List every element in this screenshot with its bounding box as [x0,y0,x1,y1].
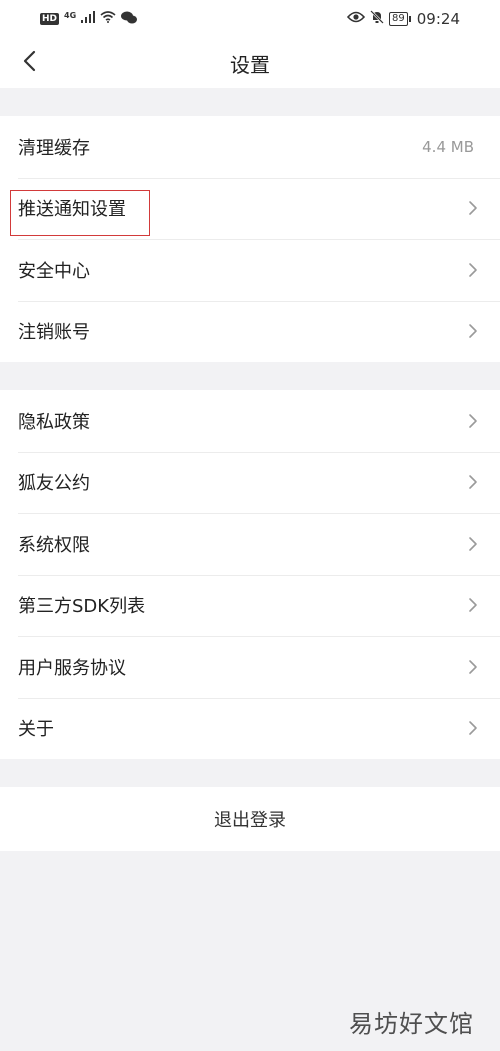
chevron-right-icon [468,720,482,736]
status-time: 09:24 [416,10,460,28]
wifi-icon [100,11,116,27]
chevron-right-icon [468,323,482,339]
row-system-permissions[interactable]: 系统权限 [0,513,500,575]
logout-label: 退出登录 [214,810,286,831]
row-label: 推送通知设置 [18,199,126,221]
row-clear-cache[interactable]: 清理缓存 4.4 MB [0,116,500,178]
chevron-right-icon [468,474,482,490]
chevron-left-icon [22,50,36,76]
row-label: 第三方SDK列表 [18,596,146,618]
network-type: 4G [64,10,77,20]
chevron-right-icon [468,659,482,675]
status-bar: HD 4G 89 09:24 [0,0,500,38]
settings-group-2: 隐私政策 狐友公约 系统权限 第三方SDK列表 用户服务协议 关于 [0,390,500,759]
chevron-right-icon [468,413,482,429]
chevron-right-icon [468,597,482,613]
page-title: 设置 [230,52,270,77]
settings-group-1: 清理缓存 4.4 MB 推送通知设置 安全中心 注销账号 [0,116,500,362]
logout-button[interactable]: 退出登录 [0,787,500,851]
nav-bar: 设置 [0,38,500,88]
chevron-right-icon [468,536,482,552]
status-left: HD 4G [40,10,138,28]
bell-muted-icon [370,10,384,28]
wechat-icon [121,11,138,28]
back-button[interactable] [16,50,42,76]
row-label: 用户服务协议 [18,657,126,679]
row-push-notification-settings[interactable]: 推送通知设置 [0,177,500,240]
row-label: 清理缓存 [18,137,90,159]
row-label: 隐私政策 [18,411,90,433]
watermark-text: 易坊好文馆 [349,1010,474,1038]
row-privacy-policy[interactable]: 隐私政策 [0,390,500,452]
row-label: 系统权限 [18,534,90,556]
battery-indicator: 89 [389,12,411,26]
row-security-center[interactable]: 安全中心 [0,239,500,301]
cache-size-value: 4.4 MB [422,137,474,156]
row-label: 注销账号 [18,322,90,344]
row-user-service-agreement[interactable]: 用户服务协议 [0,636,500,698]
row-about[interactable]: 关于 [0,697,500,760]
row-label: 狐友公约 [18,473,90,495]
row-community-rules[interactable]: 狐友公约 [0,451,500,514]
row-label: 关于 [18,719,54,741]
chevron-right-icon [468,262,482,278]
row-third-party-sdk-list[interactable]: 第三方SDK列表 [0,574,500,637]
row-label: 安全中心 [18,260,90,282]
row-delete-account[interactable]: 注销账号 [0,300,500,363]
hd-badge: HD [40,13,60,25]
status-right: 89 09:24 [346,10,460,28]
signal-icon [81,11,96,27]
chevron-right-icon [468,200,482,216]
eye-icon [346,11,366,27]
